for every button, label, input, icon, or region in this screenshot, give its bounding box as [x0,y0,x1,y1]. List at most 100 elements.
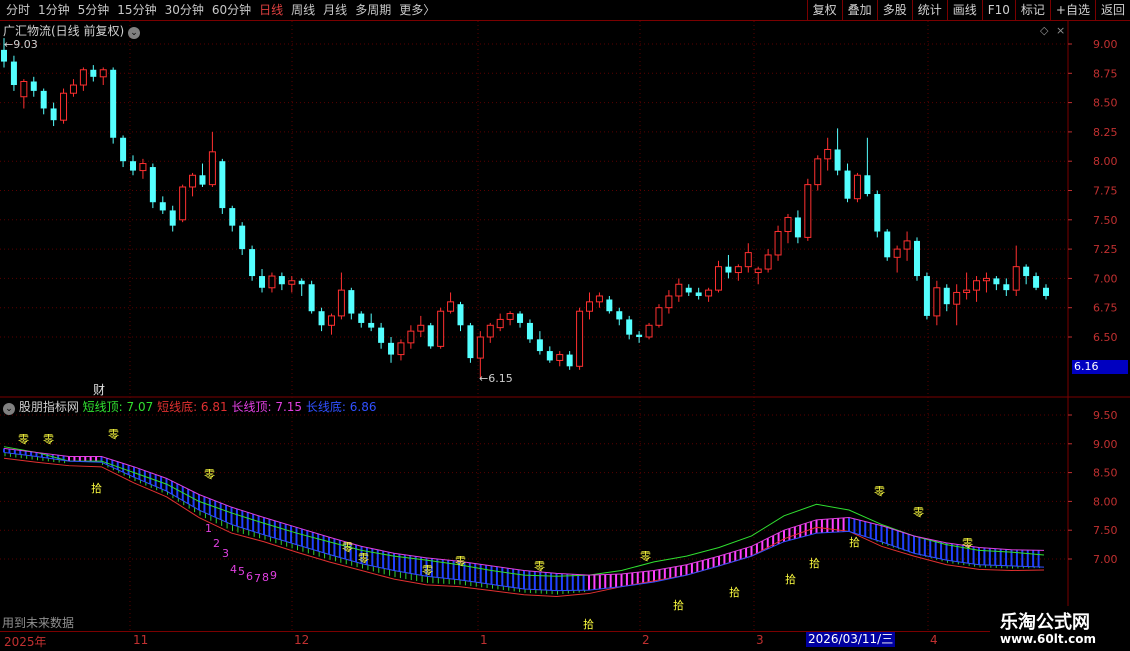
draw-line-button[interactable]: 画线 [946,0,982,20]
candle-up [784,216,792,233]
candle-down [1033,276,1040,288]
date-label: 2025年 [4,635,47,649]
stock-title-bar: 广汇物流(日线 前复权) ⌄ [3,22,141,39]
zero-marker: 零 [43,433,54,446]
indicator-chevron-icon[interactable]: ⌄ [3,403,15,415]
candle-down [159,202,166,211]
future-data-note: 用到未来数据 [2,616,75,630]
mark-button[interactable]: 标记 [1014,0,1050,20]
tab-monthly[interactable]: 月线 [319,0,351,20]
zero-marker: 零 [455,555,466,568]
logo-title: 乐淘公式网 [1000,612,1090,633]
close-icon[interactable]: × [1056,24,1065,37]
diamond-icon[interactable]: ◇ [1040,24,1048,37]
indicator-title-bar: ⌄ 股朋指标网 短线顶: 7.07 短线底: 6.81 长线顶: 7.15 长线… [3,398,376,415]
price-tick-label: 6.75 [1093,302,1118,315]
candle-down [259,276,266,288]
candle-up [774,231,782,256]
tab-minute-time[interactable]: 分时 [2,0,34,20]
tab-30min[interactable]: 30分钟 [161,0,208,20]
candle-down [923,276,930,316]
candle-up [655,307,663,326]
candle-up [79,69,87,86]
tab-more[interactable]: 更多〉 [395,0,439,20]
candle-up [437,310,445,347]
indicator-series [3,446,1045,597]
candle-up [506,313,514,320]
zero-marker: 零 [913,506,924,519]
tab-5min[interactable]: 5分钟 [74,0,114,20]
candle-down [536,339,543,352]
zero-marker: 零 [874,485,885,498]
candle-down [685,287,692,293]
candle-up [69,84,77,94]
candle-down [30,81,37,91]
chart-canvas[interactable]: 9.00 8.75 8.50 8.25 8.00 7.75 7.50 7.25 7.00 6.75… [0,21,1130,631]
ten-marker: 拾 [673,599,684,612]
candle-down [120,137,127,162]
param-long-top: 长线顶: 7.15 [231,400,303,414]
candle-up [982,277,990,282]
tab-weekly[interactable]: 周线 [287,0,319,20]
candle-down [249,249,256,277]
candle-down [844,170,851,199]
date-label: 12 [294,633,310,647]
tab-1min[interactable]: 1分钟 [34,0,74,20]
candle-up [417,324,425,332]
ten-marker: 拾 [785,573,796,586]
candle-up [486,324,494,338]
tab-daily[interactable]: 日线 [255,0,287,20]
date-label: 4 [930,633,938,647]
ten-marker: 拾 [809,557,820,570]
candle-down [50,108,57,121]
candle-up [556,354,564,361]
finance-marker[interactable]: 财 [93,381,105,398]
candle-up [764,254,772,270]
current-price-tag: 6.16 [1072,360,1128,374]
tab-multi-period[interactable]: 多周期 [351,0,395,20]
candle-up [893,248,901,258]
chevron-down-icon[interactable]: ⌄ [128,27,141,39]
tab-60min[interactable]: 60分钟 [208,0,255,20]
tab-15min[interactable]: 15分钟 [113,0,160,20]
candle-down [636,334,643,337]
candle-up [595,295,603,303]
overlay-button[interactable]: 叠加 [841,0,877,20]
candle-down [348,290,355,314]
candle-down [884,231,891,258]
candle-up [804,184,812,238]
stock-title: 广汇物流(日线 前复权) [3,24,125,38]
add-watchlist-button[interactable]: +自选 [1049,0,1095,20]
candle-down [298,280,305,285]
candle-up [715,266,723,291]
candle-down [308,284,315,312]
zero-marker: 零 [534,560,545,573]
date-label: 2 [642,633,650,647]
cursor-date: 2026/03/11/三 [806,632,896,647]
back-button[interactable]: 返回 [1094,0,1130,20]
statistics-button[interactable]: 统计 [911,0,947,20]
restore-rights-button[interactable]: 复权 [806,0,842,20]
sequence-number: 9 [270,569,277,582]
ten-marker: 拾 [583,618,594,631]
candle-down [378,327,385,343]
chart-grid [0,21,1130,631]
candle-down [993,278,1000,285]
price-tick-label: 7.50 [1093,214,1118,227]
f10-button[interactable]: F10 [981,0,1015,20]
price-tick-label: 9.00 [1093,38,1118,51]
sequence-number: 5 [238,565,245,578]
candle-up [645,324,653,338]
price-axis: 9.00 8.75 8.50 8.25 8.00 7.75 7.50 7.25 7.00 6.75… [1068,38,1118,566]
candle-up [288,280,296,285]
candle-down [10,61,17,86]
sequence-number: 1 [205,522,212,535]
candle-up [407,330,415,344]
candle-down [110,69,117,138]
candle-down [388,342,395,355]
candle-down [278,276,285,285]
indicator-line [3,447,1045,576]
ten-marker: 拾 [849,536,860,549]
multi-stock-button[interactable]: 多股 [876,0,912,20]
price-tick-label: 8.50 [1093,97,1118,110]
